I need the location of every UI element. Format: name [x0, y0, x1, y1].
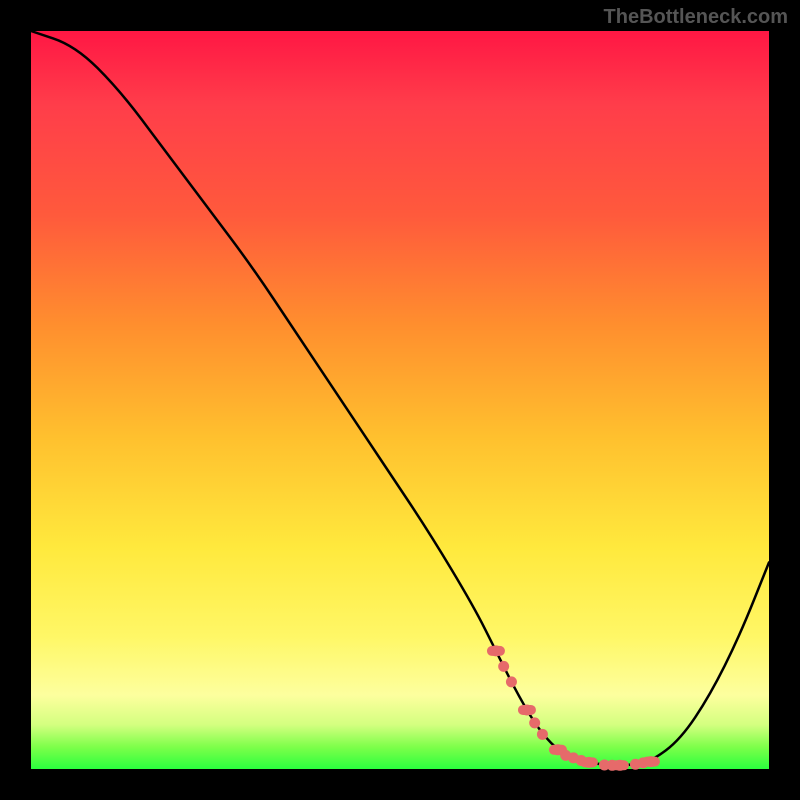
highlight-dot — [498, 661, 509, 672]
highlight-capsule — [611, 760, 629, 770]
highlight-dot — [537, 729, 548, 740]
highlight-capsule — [518, 705, 536, 715]
highlight-capsule — [487, 646, 505, 656]
highlight-dot — [506, 676, 517, 687]
highlight-dots — [487, 645, 660, 770]
bottleneck-line-chart — [31, 31, 769, 769]
bottleneck-curve-path — [31, 31, 769, 765]
watermark-text: TheBottleneck.com — [604, 6, 788, 29]
chart-gradient-background — [31, 31, 769, 769]
highlight-capsule — [580, 757, 598, 767]
highlight-capsule — [642, 757, 660, 767]
highlight-dot — [529, 717, 540, 728]
